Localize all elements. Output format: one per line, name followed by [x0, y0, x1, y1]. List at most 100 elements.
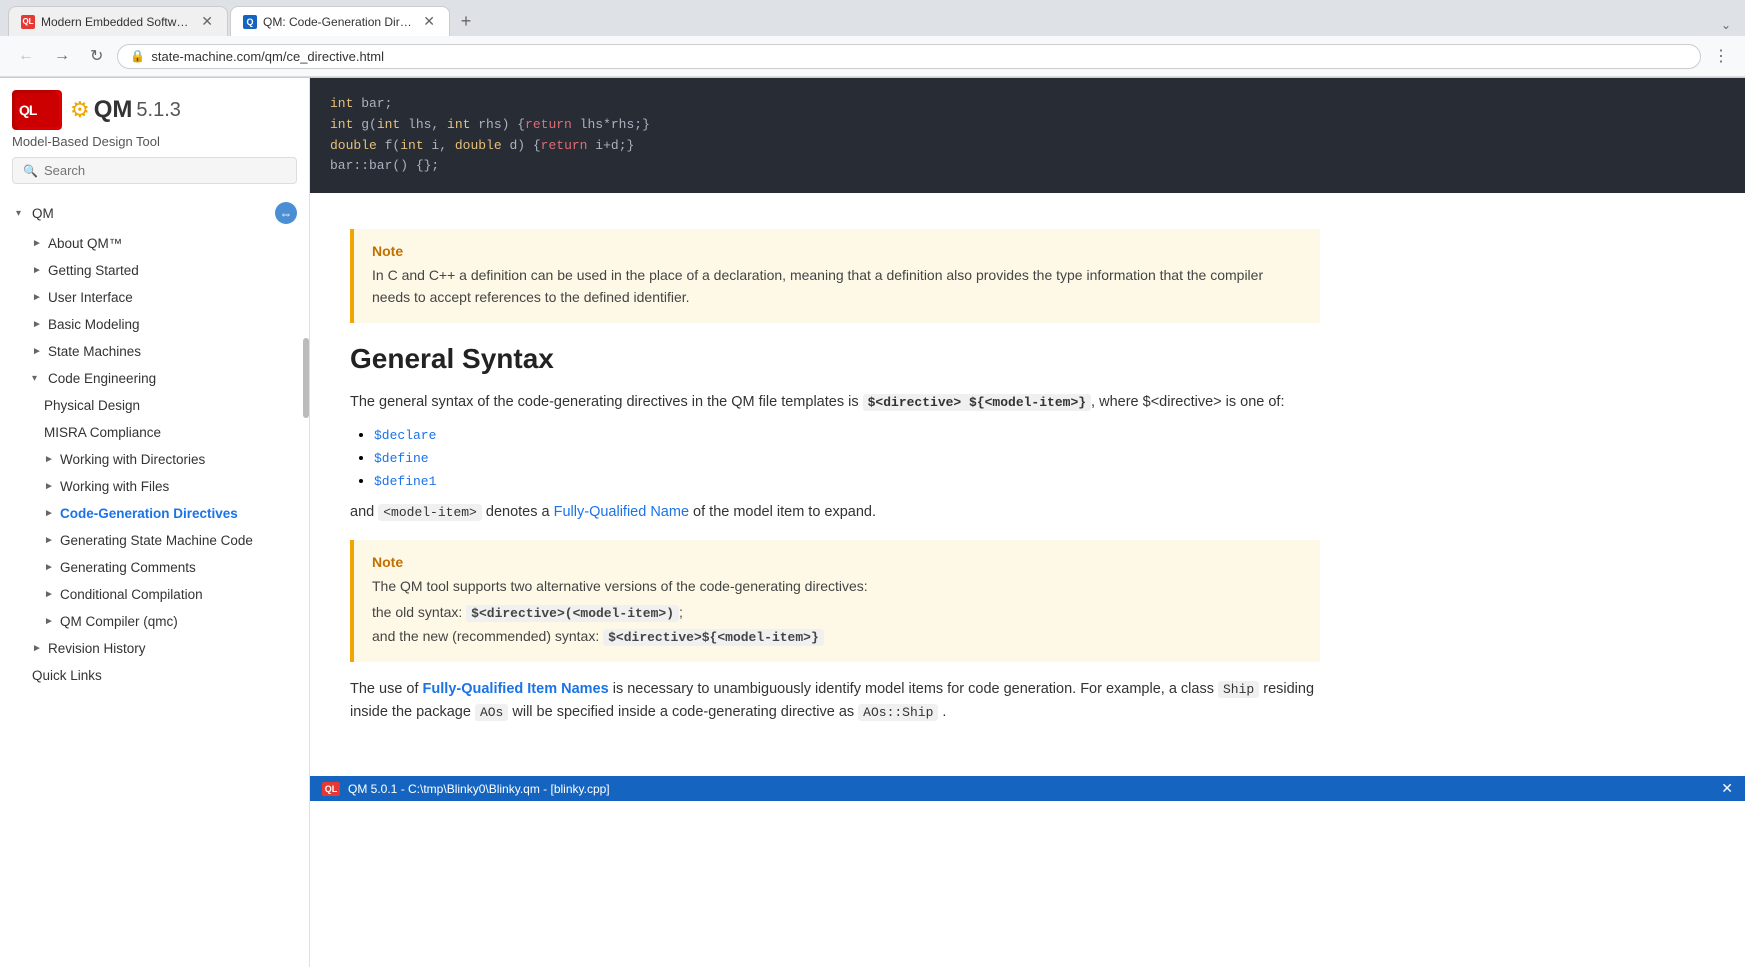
arrow-icon: ►: [32, 238, 42, 249]
sidebar-item-quick-links[interactable]: Quick Links: [0, 662, 309, 689]
search-input[interactable]: [44, 163, 286, 178]
bottom-bar-text: QM 5.0.1 - C:\tmp\Blinky0\Blinky.qm - [b…: [348, 782, 610, 796]
directive-list: $declare $define $define1: [374, 426, 1320, 489]
sidebar-item-getting-started[interactable]: ► Getting Started: [0, 257, 309, 284]
body-text-1a: The general syntax of the code-generatin…: [350, 394, 859, 410]
brand-text: ⚙ QM 5.1.3: [70, 96, 181, 124]
arrow-icon: ▾: [16, 208, 26, 219]
sidebar-item-generating-state-machine-code[interactable]: ► Generating State Machine Code: [0, 527, 309, 554]
content-area[interactable]: int bar; int g(int lhs, int rhs) {return…: [310, 78, 1745, 967]
arrow-icon: ►: [44, 616, 54, 627]
sidebar-item-misra-compliance[interactable]: MISRA Compliance: [0, 419, 309, 446]
qm-icon: QL: [322, 782, 340, 796]
define1-link[interactable]: $define1: [374, 474, 436, 489]
tab-qm-directives[interactable]: Q QM: Code-Generation Directives ✕: [230, 6, 450, 36]
note-text-2: The QM tool supports two alternative ver…: [372, 576, 1302, 648]
sidebar-item-working-with-files[interactable]: ► Working with Files: [0, 473, 309, 500]
reload-button[interactable]: ↻: [84, 42, 109, 70]
nav-tree: ▾ QM ⇔ ► About QM™ ► Getting Started ► U…: [0, 192, 309, 967]
new-tab-button[interactable]: +: [452, 7, 480, 35]
arrow-icon: ►: [32, 319, 42, 330]
sidebar-item-conditional-compilation[interactable]: ► Conditional Compilation: [0, 581, 309, 608]
sidebar-item-code-engineering[interactable]: ▾ Code Engineering: [0, 365, 309, 392]
tab-favicon-1: QL: [21, 15, 35, 29]
tab-close-1[interactable]: ✕: [199, 13, 215, 30]
nav-item-label: QM Compiler (qmc): [60, 614, 178, 629]
tab-favicon-2: Q: [243, 15, 257, 29]
nav-item-label: Working with Directories: [60, 452, 205, 467]
search-icon: 🔍: [23, 164, 38, 178]
arrow-icon: ►: [44, 589, 54, 600]
ship-code: Ship: [1218, 681, 1259, 698]
nav-bar: ← → ↻ 🔒 state-machine.com/qm/ce_directiv…: [0, 36, 1745, 77]
body-text-2b: denotes a: [486, 504, 554, 520]
sidebar-item-code-generation-directives[interactable]: ► Code-Generation Directives: [0, 500, 309, 527]
body-text-3b: is necessary to unambiguously identify m…: [613, 681, 1218, 697]
sidebar-item-qm-compiler[interactable]: ► QM Compiler (qmc): [0, 608, 309, 635]
sidebar-item-revision-history[interactable]: ► Revision History: [0, 635, 309, 662]
aos-ship-code: AOs::Ship: [858, 704, 938, 721]
sidebar-collapse-button[interactable]: ⇔: [275, 202, 297, 224]
browser-chrome: QL Modern Embedded Software - C... ✕ Q Q…: [0, 0, 1745, 78]
body-text-1b: , where $<directive> is one of:: [1091, 394, 1284, 410]
nav-item-label: QM: [32, 206, 54, 221]
sidebar-item-about-qm[interactable]: ► About QM™: [0, 230, 309, 257]
search-bar[interactable]: 🔍: [12, 157, 297, 184]
sidebar-item-state-machines[interactable]: ► State Machines: [0, 338, 309, 365]
declare-link[interactable]: $declare: [374, 428, 436, 443]
model-item-code: <model-item>: [378, 504, 482, 521]
syntax-code: $<directive> ${<model-item>}: [863, 394, 1091, 411]
list-item-define: $define: [374, 449, 1320, 466]
tab-label-1: Modern Embedded Software - C...: [41, 15, 193, 29]
note-title-1: Note: [372, 243, 1302, 259]
tab-label-2: QM: Code-Generation Directives: [263, 15, 415, 29]
nav-item-label: Basic Modeling: [48, 317, 140, 332]
main-layout: QL ⚙ QM 5.1.3 Model-Based Design Tool 🔍: [0, 78, 1745, 967]
arrow-icon: ►: [44, 562, 54, 573]
arrow-icon: ►: [44, 535, 54, 546]
tab-modern-embedded[interactable]: QL Modern Embedded Software - C... ✕: [8, 6, 228, 36]
arrow-icon: ►: [44, 481, 54, 492]
nav-item-label: Quick Links: [32, 668, 102, 683]
address-bar[interactable]: 🔒 state-machine.com/qm/ce_directive.html: [117, 44, 1701, 69]
sidebar-item-user-interface[interactable]: ► User Interface: [0, 284, 309, 311]
sidebar-item-working-with-directories[interactable]: ► Working with Directories: [0, 446, 309, 473]
sidebar-item-basic-modeling[interactable]: ► Basic Modeling: [0, 311, 309, 338]
aos-code: AOs: [475, 704, 508, 721]
body-text-3d: will be specified inside a code-generati…: [512, 704, 858, 720]
nav-item-label: Getting Started: [48, 263, 139, 278]
body-text-2a: and: [350, 504, 378, 520]
tab-dropdown-button[interactable]: ⌄: [1715, 14, 1737, 36]
arrow-icon: ►: [32, 292, 42, 303]
lock-icon: 🔒: [130, 49, 145, 63]
nav-item-label: Generating State Machine Code: [60, 533, 253, 548]
sidebar-item-generating-comments[interactable]: ► Generating Comments: [0, 554, 309, 581]
page-content: Note In C and C++ a definition can be us…: [310, 193, 1360, 776]
bottom-bar-close-button[interactable]: ✕: [1721, 780, 1733, 797]
sidebar: QL ⚙ QM 5.1.3 Model-Based Design Tool 🔍: [0, 78, 310, 967]
define-link[interactable]: $define: [374, 451, 429, 466]
nav-item-label: MISRA Compliance: [44, 425, 161, 440]
note2-line3: and the new (recommended) syntax: $<dire…: [372, 626, 1302, 648]
body-paragraph-3: The use of Fully-Qualified Item Names is…: [350, 678, 1320, 724]
tab-close-2[interactable]: ✕: [421, 13, 437, 30]
arrow-icon: ►: [32, 346, 42, 357]
sidebar-item-physical-design[interactable]: Physical Design: [0, 392, 309, 419]
brand-tagline: Model-Based Design Tool: [12, 134, 297, 149]
fully-qualified-item-names-link[interactable]: Fully-Qualified Item Names: [423, 681, 609, 697]
sidebar-scrollbar[interactable]: [303, 278, 309, 937]
brand-version: 5.1.3: [136, 99, 180, 122]
brand-name: QM: [94, 96, 133, 124]
bottom-bar: QL QM 5.0.1 - C:\tmp\Blinky0\Blinky.qm -…: [310, 776, 1745, 801]
fully-qualified-name-link[interactable]: Fully-Qualified Name: [554, 504, 689, 520]
back-button[interactable]: ←: [12, 43, 40, 69]
code-block: int bar; int g(int lhs, int rhs) {return…: [310, 78, 1745, 193]
forward-button[interactable]: →: [48, 43, 76, 69]
list-item-define1: $define1: [374, 472, 1320, 489]
sidebar-item-qm-root[interactable]: ▾ QM ⇔: [0, 196, 309, 230]
browser-menu-button[interactable]: ⋮: [1709, 42, 1733, 70]
note-text-1: In C and C++ a definition can be used in…: [372, 265, 1302, 308]
nav-item-label: User Interface: [48, 290, 133, 305]
nav-item-label: State Machines: [48, 344, 141, 359]
body-text-3e: .: [942, 704, 946, 720]
